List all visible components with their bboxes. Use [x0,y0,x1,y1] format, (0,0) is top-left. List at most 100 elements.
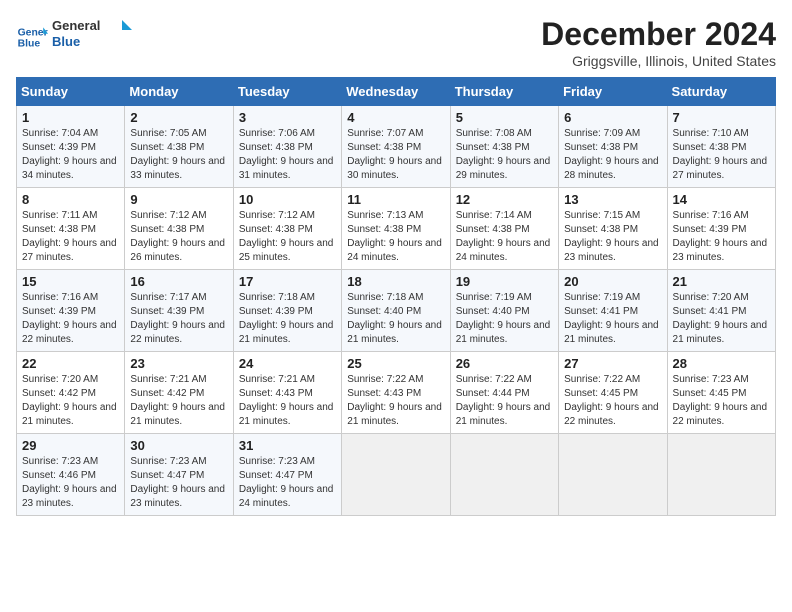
day-number: 16 [130,274,227,289]
col-header-wednesday: Wednesday [342,78,450,106]
svg-text:Blue: Blue [52,34,80,49]
day-info: Sunrise: 7:09 AM Sunset: 4:38 PM Dayligh… [564,127,661,183]
daylight-label: Daylight: 9 hours and 22 minutes. [564,402,659,427]
day-info: Sunrise: 7:12 AM Sunset: 4:38 PM Dayligh… [130,209,227,265]
calendar-cell: 15 Sunrise: 7:16 AM Sunset: 4:39 PM Dayl… [17,270,125,352]
sunrise-label: Sunrise: 7:21 AM [239,374,315,385]
day-number: 11 [347,192,444,207]
calendar-cell: 18 Sunrise: 7:18 AM Sunset: 4:40 PM Dayl… [342,270,450,352]
calendar-cell [342,434,450,516]
sunrise-label: Sunrise: 7:05 AM [130,128,206,139]
day-number: 21 [673,274,770,289]
daylight-label: Daylight: 9 hours and 21 minutes. [347,320,442,345]
daylight-label: Daylight: 9 hours and 21 minutes. [22,402,117,427]
sunset-label: Sunset: 4:45 PM [564,388,638,399]
day-number: 26 [456,356,553,371]
day-info: Sunrise: 7:23 AM Sunset: 4:47 PM Dayligh… [130,455,227,511]
calendar-cell: 3 Sunrise: 7:06 AM Sunset: 4:38 PM Dayli… [233,106,341,188]
calendar-cell: 11 Sunrise: 7:13 AM Sunset: 4:38 PM Dayl… [342,188,450,270]
day-number: 8 [22,192,119,207]
sunset-label: Sunset: 4:38 PM [456,142,530,153]
daylight-label: Daylight: 9 hours and 24 minutes. [239,484,334,509]
sunset-label: Sunset: 4:38 PM [347,224,421,235]
daylight-label: Daylight: 9 hours and 22 minutes. [673,402,768,427]
sunrise-label: Sunrise: 7:21 AM [130,374,206,385]
day-info: Sunrise: 7:10 AM Sunset: 4:38 PM Dayligh… [673,127,770,183]
sunset-label: Sunset: 4:39 PM [130,306,204,317]
sunrise-label: Sunrise: 7:23 AM [22,456,98,467]
day-number: 7 [673,110,770,125]
day-info: Sunrise: 7:21 AM Sunset: 4:42 PM Dayligh… [130,373,227,429]
sunrise-label: Sunrise: 7:13 AM [347,210,423,221]
day-info: Sunrise: 7:22 AM Sunset: 4:45 PM Dayligh… [564,373,661,429]
logo: General Blue General Blue [16,16,132,57]
calendar-cell [559,434,667,516]
sunrise-label: Sunrise: 7:08 AM [456,128,532,139]
sunrise-label: Sunrise: 7:23 AM [239,456,315,467]
sunset-label: Sunset: 4:47 PM [239,470,313,481]
day-number: 4 [347,110,444,125]
calendar-cell: 29 Sunrise: 7:23 AM Sunset: 4:46 PM Dayl… [17,434,125,516]
day-info: Sunrise: 7:15 AM Sunset: 4:38 PM Dayligh… [564,209,661,265]
daylight-label: Daylight: 9 hours and 33 minutes. [130,156,225,181]
daylight-label: Daylight: 9 hours and 23 minutes. [673,238,768,263]
day-info: Sunrise: 7:14 AM Sunset: 4:38 PM Dayligh… [456,209,553,265]
col-header-thursday: Thursday [450,78,558,106]
sunset-label: Sunset: 4:38 PM [456,224,530,235]
day-number: 15 [22,274,119,289]
sunset-label: Sunset: 4:43 PM [239,388,313,399]
sunset-label: Sunset: 4:39 PM [22,306,96,317]
sunset-label: Sunset: 4:38 PM [22,224,96,235]
calendar-cell: 17 Sunrise: 7:18 AM Sunset: 4:39 PM Dayl… [233,270,341,352]
day-info: Sunrise: 7:05 AM Sunset: 4:38 PM Dayligh… [130,127,227,183]
col-header-monday: Monday [125,78,233,106]
calendar-week-row: 8 Sunrise: 7:11 AM Sunset: 4:38 PM Dayli… [17,188,776,270]
day-number: 12 [456,192,553,207]
day-number: 18 [347,274,444,289]
daylight-label: Daylight: 9 hours and 31 minutes. [239,156,334,181]
calendar-week-row: 1 Sunrise: 7:04 AM Sunset: 4:39 PM Dayli… [17,106,776,188]
sunrise-label: Sunrise: 7:18 AM [239,292,315,303]
day-number: 1 [22,110,119,125]
daylight-label: Daylight: 9 hours and 21 minutes. [130,402,225,427]
calendar-week-row: 29 Sunrise: 7:23 AM Sunset: 4:46 PM Dayl… [17,434,776,516]
calendar-cell: 12 Sunrise: 7:14 AM Sunset: 4:38 PM Dayl… [450,188,558,270]
sunset-label: Sunset: 4:38 PM [130,224,204,235]
daylight-label: Daylight: 9 hours and 21 minutes. [456,402,551,427]
day-number: 29 [22,438,119,453]
daylight-label: Daylight: 9 hours and 21 minutes. [239,402,334,427]
calendar-week-row: 22 Sunrise: 7:20 AM Sunset: 4:42 PM Dayl… [17,352,776,434]
sunset-label: Sunset: 4:45 PM [673,388,747,399]
sunrise-label: Sunrise: 7:22 AM [456,374,532,385]
daylight-label: Daylight: 9 hours and 28 minutes. [564,156,659,181]
logo-icon: General Blue [16,21,48,53]
sunrise-label: Sunrise: 7:20 AM [673,292,749,303]
page-header: General Blue General Blue December 2024 … [16,16,776,69]
day-number: 25 [347,356,444,371]
day-info: Sunrise: 7:16 AM Sunset: 4:39 PM Dayligh… [673,209,770,265]
col-header-friday: Friday [559,78,667,106]
calendar-cell: 23 Sunrise: 7:21 AM Sunset: 4:42 PM Dayl… [125,352,233,434]
sunrise-label: Sunrise: 7:12 AM [239,210,315,221]
sunset-label: Sunset: 4:47 PM [130,470,204,481]
daylight-label: Daylight: 9 hours and 27 minutes. [673,156,768,181]
day-info: Sunrise: 7:23 AM Sunset: 4:47 PM Dayligh… [239,455,336,511]
sunrise-label: Sunrise: 7:04 AM [22,128,98,139]
day-number: 30 [130,438,227,453]
calendar-cell [450,434,558,516]
day-info: Sunrise: 7:08 AM Sunset: 4:38 PM Dayligh… [456,127,553,183]
sunrise-label: Sunrise: 7:18 AM [347,292,423,303]
sunset-label: Sunset: 4:38 PM [130,142,204,153]
day-number: 19 [456,274,553,289]
day-info: Sunrise: 7:07 AM Sunset: 4:38 PM Dayligh… [347,127,444,183]
calendar-cell: 30 Sunrise: 7:23 AM Sunset: 4:47 PM Dayl… [125,434,233,516]
day-number: 24 [239,356,336,371]
sunrise-label: Sunrise: 7:10 AM [673,128,749,139]
calendar-cell: 2 Sunrise: 7:05 AM Sunset: 4:38 PM Dayli… [125,106,233,188]
calendar-cell: 5 Sunrise: 7:08 AM Sunset: 4:38 PM Dayli… [450,106,558,188]
logo-wordmark: General Blue [52,16,132,57]
day-info: Sunrise: 7:20 AM Sunset: 4:41 PM Dayligh… [673,291,770,347]
sunset-label: Sunset: 4:46 PM [22,470,96,481]
col-header-sunday: Sunday [17,78,125,106]
calendar-cell: 14 Sunrise: 7:16 AM Sunset: 4:39 PM Dayl… [667,188,775,270]
